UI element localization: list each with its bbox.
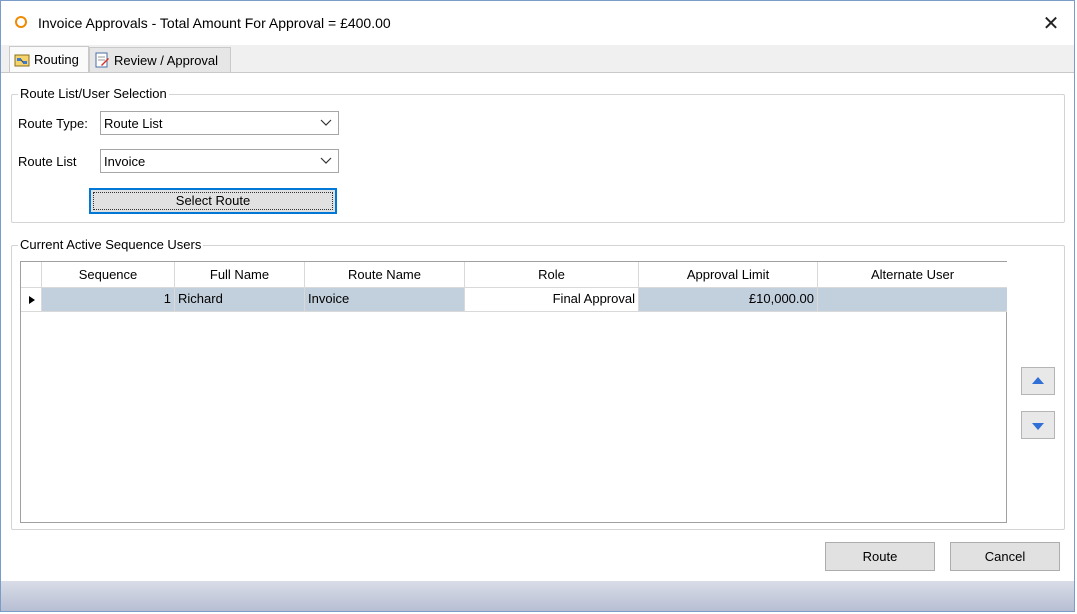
column-header-role[interactable]: Role [465,262,639,288]
arrow-down-icon [1032,423,1044,430]
route-type-value: Route List [104,116,163,131]
column-header-full-name[interactable]: Full Name [175,262,305,288]
row-header-corner [21,262,42,288]
route-list-value: Invoice [104,154,146,169]
select-route-button[interactable]: Select Route [89,188,337,214]
title-bar: Invoice Approvals - Total Amount For App… [1,1,1074,45]
tab-strip: Routing Review / Approval [1,45,1074,73]
route-button[interactable]: Route [825,542,935,571]
cell-route-name[interactable]: Invoice [305,288,465,312]
review-approval-icon [95,52,109,68]
close-icon[interactable]: ✕ [1037,11,1065,37]
cell-full-name[interactable]: Richard [175,288,305,312]
sequence-users-grid[interactable]: Sequence Full Name Route Name Role Appro… [20,261,1007,523]
select-route-label: Select Route [175,193,251,208]
status-strip [1,581,1074,611]
active-users-group-title: Current Active Sequence Users [18,237,204,252]
routing-icon [14,54,30,66]
cell-alternate-user[interactable] [818,288,1007,312]
arrow-up-icon [1032,377,1044,384]
tab-review-approval-label: Review / Approval [114,52,219,68]
route-list-select[interactable]: Invoice [100,149,339,173]
tab-routing-label: Routing [34,52,79,67]
column-header-approval-limit[interactable]: Approval Limit [639,262,818,288]
cell-approval-limit[interactable]: £10,000.00 [639,288,818,312]
route-selection-group-title: Route List/User Selection [18,86,169,101]
cancel-button[interactable]: Cancel [950,542,1060,571]
window-title: Invoice Approvals - Total Amount For App… [38,15,391,31]
route-type-label: Route Type: [18,116,88,131]
chevron-down-icon [320,157,332,164]
cell-role[interactable]: Final Approval [465,288,639,312]
column-header-sequence[interactable]: Sequence [42,262,175,288]
cell-sequence[interactable]: 1 [42,288,175,312]
chevron-down-icon [320,119,332,126]
routing-panel: Route List/User Selection Route Type: Ro… [1,73,1074,581]
tab-routing[interactable]: Routing [9,46,89,72]
route-list-label: Route List [18,154,77,169]
tab-review-approval[interactable]: Review / Approval [89,47,231,72]
row-selector[interactable] [21,288,42,312]
invoice-approvals-dialog: Invoice Approvals - Total Amount For App… [0,0,1075,612]
move-up-button[interactable] [1021,367,1055,395]
app-circle-icon [15,16,27,28]
route-type-select[interactable]: Route List [100,111,339,135]
column-header-alternate-user[interactable]: Alternate User [818,262,1007,288]
route-selection-group: Route List/User Selection Route Type: Ro… [11,86,1065,223]
column-header-route-name[interactable]: Route Name [305,262,465,288]
current-row-arrow-icon [29,296,35,304]
move-down-button[interactable] [1021,411,1055,439]
